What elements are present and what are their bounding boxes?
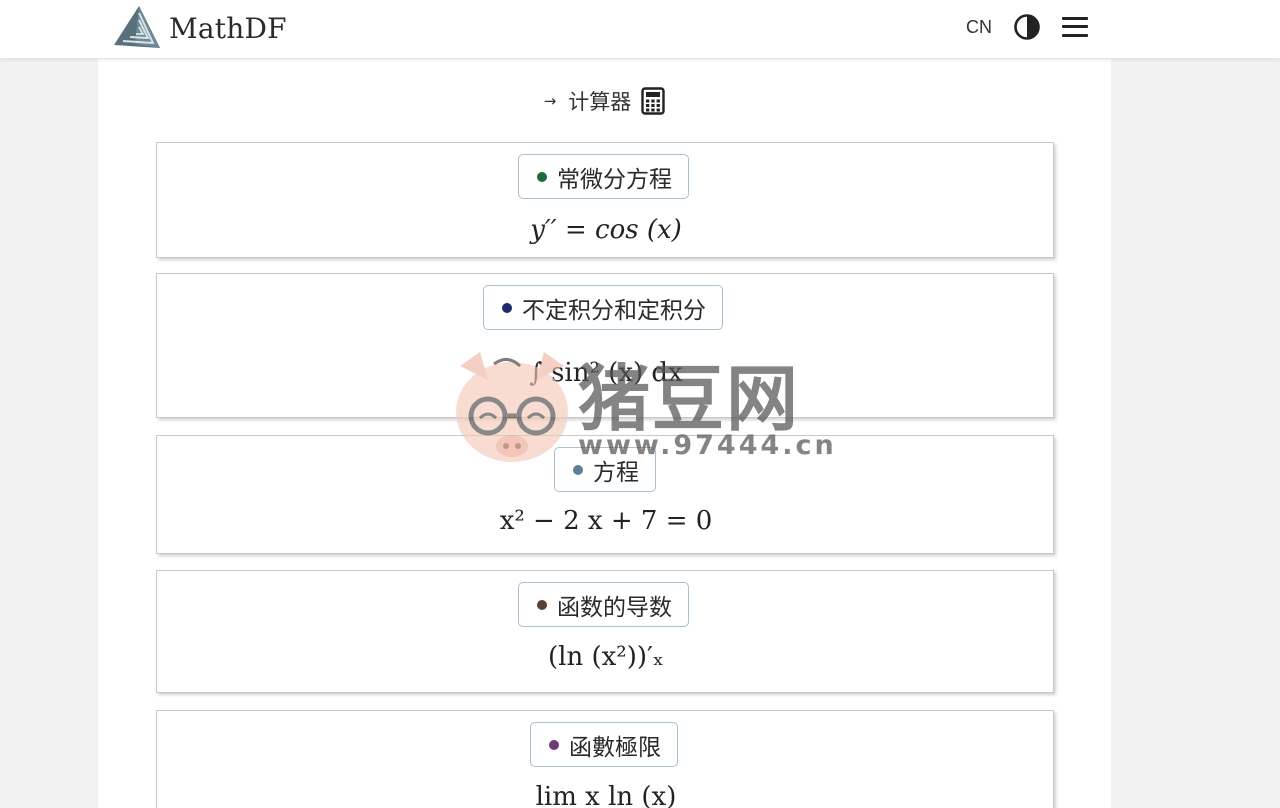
calculator-link-label: 计算器 (568, 90, 632, 114)
calculator-link[interactable]: → 计算器 (98, 85, 1111, 117)
topic-tag[interactable]: 函数的导数 (518, 582, 689, 627)
topic-tag[interactable]: 不定积分和定积分 (483, 285, 723, 330)
language-switch[interactable]: CN (966, 17, 992, 38)
watermark: 猪豆网 www.97444.cn (450, 340, 834, 470)
menu-bar (1062, 17, 1088, 20)
top-navigation-bar: MathDF CN (0, 0, 1280, 59)
topic-label: 不定积分和定积分 (522, 297, 706, 324)
topic-label: 常微分方程 (557, 166, 672, 193)
dot-icon (537, 599, 547, 610)
example-formula: y′′ = cos (x) (157, 215, 1055, 245)
topic-card-ode[interactable]: 常微分方程 y′′ = cos (x) (156, 142, 1054, 258)
pig-logo-icon (456, 352, 568, 462)
formula-text: x² − 2 x + 7 = 0 (499, 506, 713, 536)
logo-pyramid-icon (114, 6, 160, 48)
site-logo[interactable]: MathDF (113, 4, 287, 52)
topic-label: 函数的导数 (557, 594, 672, 621)
topic-card-derivatives[interactable]: 函数的导数 (ln (x²))′ₓ (156, 570, 1054, 693)
watermark-url: www.97444.cn (578, 430, 837, 461)
arrow-right-icon: → (543, 92, 557, 110)
topic-card-limits[interactable]: 函數極限 lim x ln (x) (156, 710, 1054, 808)
hamburger-menu-icon[interactable] (1060, 15, 1090, 39)
topic-label: 函數極限 (569, 734, 661, 761)
example-formula: x² − 2 x + 7 = 0 (157, 506, 1055, 536)
menu-bar (1062, 34, 1088, 37)
dot-icon (537, 171, 547, 182)
dot-icon (502, 302, 512, 313)
example-formula: (ln (x²))′ₓ (157, 642, 1055, 672)
menu-bar (1062, 25, 1088, 28)
topic-tag[interactable]: 函數極限 (530, 722, 678, 767)
contrast-icon[interactable] (1013, 13, 1041, 41)
formula-text: (ln (x²))′ₓ (548, 642, 664, 672)
logo-text: MathDF (169, 11, 287, 45)
formula-text: y′′ = cos (x) (530, 215, 682, 245)
dot-icon (549, 739, 559, 750)
formula-text: lim x ln (x) (535, 782, 677, 808)
calculator-icon (641, 87, 665, 115)
topic-tag[interactable]: 常微分方程 (518, 154, 689, 199)
example-formula: lim x ln (x) (157, 782, 1055, 808)
